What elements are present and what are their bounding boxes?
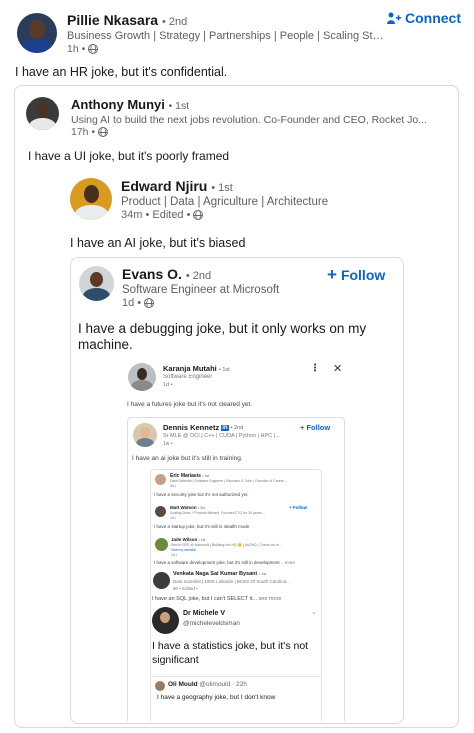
globe-icon	[88, 44, 99, 54]
avatar	[155, 538, 168, 551]
author-headline: Data Scientist | 100K LinkedIn | BCBS Of…	[173, 579, 290, 584]
avatar	[153, 572, 170, 589]
connect-button[interactable]: Connect	[387, 10, 461, 26]
website-link: Visit my website	[171, 548, 197, 552]
author-headline: Product | Data | Agriculture | Architect…	[121, 196, 329, 208]
post-text: I have an AI joke, but it's biased	[70, 236, 246, 250]
connection-degree: • 1st	[218, 367, 230, 373]
post-text: I have a UI joke, but it's poorly framed	[28, 149, 230, 163]
post-time: 1d •	[163, 382, 173, 388]
reshared-post-card[interactable]: Evans O. • 2nd Software Engineer at Micr…	[70, 257, 404, 724]
more-options-icon: ⋮	[310, 363, 320, 374]
post-time: 1d •	[170, 516, 177, 520]
embedded-screenshot[interactable]: Karanja Mutahi • 1st Software Engineer 1…	[120, 355, 356, 721]
avatar[interactable]	[70, 178, 112, 220]
globe-icon	[193, 210, 204, 220]
post-time: 1h •	[67, 43, 86, 55]
avatar[interactable]	[79, 266, 114, 301]
post-text: I have an SQL joke, but I can't SELECT i…	[152, 596, 257, 602]
globe-icon	[98, 127, 109, 137]
post-time: · 22h	[232, 681, 247, 688]
connection-degree: • 3rd	[197, 506, 206, 510]
author-name[interactable]: Edward Njiru	[121, 178, 207, 194]
reshared-post-card[interactable]: Anthony Munyi • 1st Using AI to build th…	[14, 85, 459, 728]
post-text: I have a security joke but it's not auth…	[154, 492, 249, 497]
close-icon: ✕	[333, 363, 343, 375]
author-name: Dr Michele V	[183, 610, 226, 617]
author-name: Oli Mould	[168, 681, 198, 688]
author-name: Karanja Mutahi	[163, 364, 217, 373]
author-name: Matt Watson	[170, 505, 197, 510]
author-name: Venkata Naga Sai Kumar Bysani	[173, 571, 258, 577]
avatar	[155, 474, 166, 485]
post-text: I have a geography joke, but I don't kno…	[157, 694, 276, 701]
post-text: I have a debugging joke, but it only wor…	[78, 321, 367, 352]
avatar	[155, 506, 166, 517]
author-handle: @olimould	[199, 681, 231, 688]
post-text: I have a startup joke, but it's still in…	[154, 524, 250, 529]
avatar	[128, 363, 156, 391]
post-time: 17h •	[71, 126, 96, 138]
author-handle: @micheleveldsman	[183, 620, 240, 627]
post-text: I have a statistics joke, but it's not s…	[152, 640, 309, 666]
plus-icon: +	[327, 265, 337, 284]
connection-degree: • 1st	[258, 571, 267, 576]
author-headline: Software Engineer	[163, 374, 213, 380]
follow-button: + Follow	[289, 505, 308, 510]
avatar	[133, 423, 157, 447]
author-name: Jade Wilson	[171, 537, 198, 542]
post-text: I have an ai joke but it's still in trai…	[132, 455, 243, 462]
see-more-link: see more	[258, 596, 282, 602]
post-time: 9h • Edited •	[173, 586, 198, 591]
author-name: Dennis Kennetz	[163, 423, 220, 432]
author-headline: Sr MLE @ OCI | C++ | CUDA | Python | HPC…	[163, 433, 280, 439]
follow-label: Follow	[306, 423, 331, 432]
connection-degree: • 2nd	[230, 424, 244, 431]
connection-degree: • 2nd	[185, 270, 212, 282]
author-name[interactable]: Pillie Nkasara	[67, 12, 158, 28]
follow-label: Follow	[340, 267, 386, 283]
connection-degree: • 1st	[211, 182, 233, 194]
chevron-down-icon: ⌄	[311, 609, 317, 616]
author-name[interactable]: Evans O.	[122, 266, 182, 282]
reshared-post-card: Dennis Kennetz in • 2nd Sr MLE @ OCI | C…	[127, 417, 345, 721]
add-person-icon	[387, 12, 401, 24]
post-time: 4h •	[170, 484, 177, 488]
avatar[interactable]	[17, 13, 57, 53]
author-headline: Software Engineer at Microsoft	[122, 284, 280, 296]
author-headline: Business Growth | Strategy | Partnership…	[67, 30, 387, 42]
follow-button[interactable]: + Follow	[327, 265, 385, 285]
avatar	[155, 681, 165, 691]
author-headline: Scaling Devs + Product Minded. Founder/C…	[170, 511, 266, 515]
author-headline: Data Scientist | Software Engineer | Edu…	[170, 479, 287, 483]
avatar	[152, 607, 179, 634]
post-text: I have a futures joke but it's not clear…	[127, 401, 253, 408]
post-time: 1d •	[171, 553, 178, 557]
post-text: I have a software development joke, but …	[154, 560, 280, 565]
linkedin-icon: in	[221, 424, 229, 431]
post-time: 1w •	[163, 441, 173, 447]
connection-degree: • 2nd	[161, 16, 188, 28]
author-headline: Senior SRE @ Microsoft | Building live H…	[171, 543, 283, 547]
avatar[interactable]	[26, 97, 59, 130]
post-text: I have an HR joke, but it's confidential…	[15, 65, 228, 79]
globe-icon	[144, 298, 155, 308]
post-time: 1d •	[122, 297, 142, 309]
connection-degree: • 1st	[168, 100, 190, 112]
connection-degree: • 1st	[198, 538, 206, 542]
connection-degree: • 1st	[202, 474, 210, 478]
author-headline: Using AI to build the next jobs revoluti…	[71, 114, 428, 126]
author-name[interactable]: Anthony Munyi	[71, 97, 165, 112]
see-more-link: ...more	[280, 560, 295, 565]
post-time: 34m • Edited •	[121, 209, 191, 221]
connect-label: Connect	[405, 10, 461, 26]
follow-button: + Follow	[300, 423, 331, 432]
